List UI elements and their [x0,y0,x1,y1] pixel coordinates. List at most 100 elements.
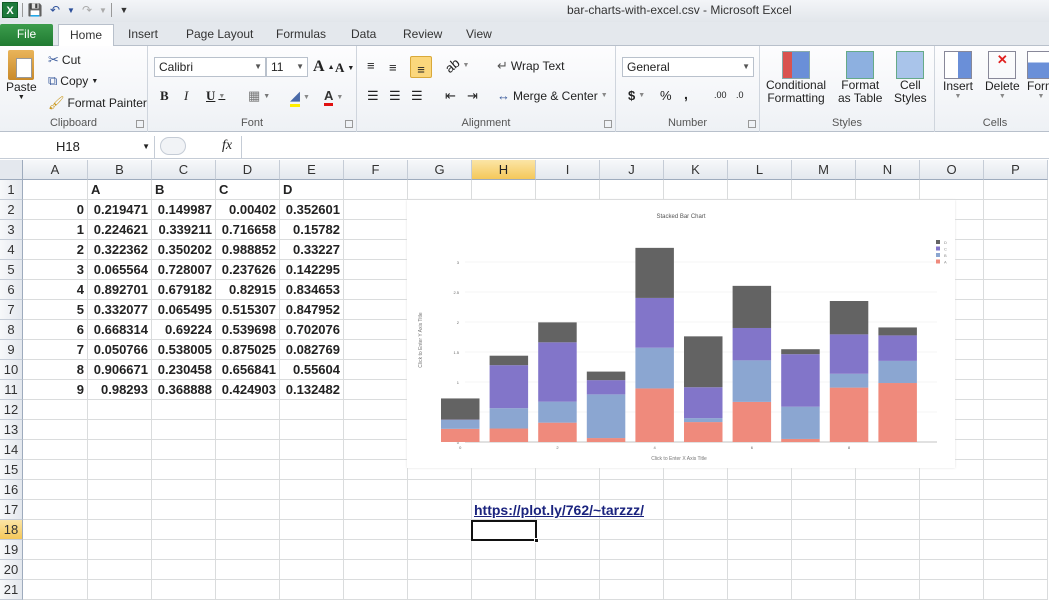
cell-e11[interactable]: 0.132482 [280,380,344,400]
cell-c12[interactable] [152,400,216,420]
orientation-button[interactable]: ab ▼ [442,55,470,76]
cell-p8[interactable] [984,320,1048,340]
row-header-19[interactable]: 19 [0,540,23,560]
tab-view[interactable]: View [460,24,498,46]
cell-e2[interactable]: 0.352601 [280,200,344,220]
cell-d7[interactable]: 0.515307 [216,300,280,320]
cell-k20[interactable] [664,560,728,580]
cell-f2[interactable] [344,200,408,220]
row-header-1[interactable]: 1 [0,180,23,200]
decrease-indent-button[interactable]: ⇤ [445,88,456,104]
clipboard-launcher-icon[interactable] [136,120,144,128]
legend-label-d[interactable]: D [944,240,947,245]
cell-e18[interactable] [280,520,344,540]
cell-a16[interactable] [23,480,88,500]
insert-function-button[interactable]: fx [222,138,232,154]
column-header-l[interactable]: L [728,160,792,180]
cell-d2[interactable]: 0.00402 [216,200,280,220]
cell-n17[interactable] [856,500,920,520]
paste-button[interactable]: Paste ▼ [6,50,37,101]
cell-e14[interactable] [280,440,344,460]
column-header-d[interactable]: D [216,160,280,180]
cell-p4[interactable] [984,240,1048,260]
borders-button[interactable]: ▦ ▼ [248,88,270,104]
cell-c11[interactable]: 0.368888 [152,380,216,400]
cell-e19[interactable] [280,540,344,560]
cell-c10[interactable]: 0.230458 [152,360,216,380]
cell-n1[interactable] [856,180,920,200]
tab-home[interactable]: Home [58,24,114,46]
cell-n16[interactable] [856,480,920,500]
cell-c6[interactable]: 0.679182 [152,280,216,300]
number-format-select[interactable]: General ▼ [622,57,754,77]
cell-l19[interactable] [728,540,792,560]
cell-b18[interactable] [88,520,152,540]
format-as-table-button[interactable]: Format as Table [838,51,882,105]
align-center-button[interactable]: ☰ [389,88,401,104]
cell-c9[interactable]: 0.538005 [152,340,216,360]
cell-a19[interactable] [23,540,88,560]
cell-c5[interactable]: 0.728007 [152,260,216,280]
cell-a13[interactable] [23,420,88,440]
merge-center-button[interactable]: ↔ Merge & Center ▼ [497,88,608,103]
column-header-p[interactable]: P [984,160,1048,180]
tab-insert[interactable]: Insert [122,24,164,46]
cell-k19[interactable] [664,540,728,560]
cell-p19[interactable] [984,540,1048,560]
row-header-13[interactable]: 13 [0,420,23,440]
cell-f12[interactable] [344,400,408,420]
font-color-button[interactable]: A ▼ [324,88,343,106]
customize-qat-icon[interactable]: ▼ [116,2,132,18]
cell-n18[interactable] [856,520,920,540]
cell-c2[interactable]: 0.149987 [152,200,216,220]
cell-d10[interactable]: 0.656841 [216,360,280,380]
cell-g1[interactable] [408,180,472,200]
cell-b10[interactable]: 0.906671 [88,360,152,380]
cell-d21[interactable] [216,580,280,600]
cell-b4[interactable]: 0.322362 [88,240,152,260]
cell-l17[interactable] [728,500,792,520]
cell-p12[interactable] [984,400,1048,420]
cell-e1[interactable]: D [280,180,344,200]
cell-g17[interactable] [408,500,472,520]
cell-h16[interactable] [472,480,536,500]
cell-b9[interactable]: 0.050766 [88,340,152,360]
cell-i20[interactable] [536,560,600,580]
decrease-decimal-button[interactable]: .0 [736,90,744,100]
cell-p11[interactable] [984,380,1048,400]
cell-p13[interactable] [984,420,1048,440]
cell-e17[interactable] [280,500,344,520]
cell-f7[interactable] [344,300,408,320]
column-header-b[interactable]: B [88,160,152,180]
cell-a11[interactable]: 9 [23,380,88,400]
comma-button[interactable]: , [684,86,688,102]
cell-f4[interactable] [344,240,408,260]
cell-c16[interactable] [152,480,216,500]
row-header-12[interactable]: 12 [0,400,23,420]
cell-c7[interactable]: 0.065495 [152,300,216,320]
cell-c15[interactable] [152,460,216,480]
cell-i16[interactable] [536,480,600,500]
font-name-select[interactable]: Calibri ▼ [154,57,266,77]
cell-d9[interactable]: 0.875025 [216,340,280,360]
cell-c17[interactable] [152,500,216,520]
excel-logo-icon[interactable]: X [2,2,18,18]
cell-a6[interactable]: 4 [23,280,88,300]
cell-h21[interactable] [472,580,536,600]
cell-c1[interactable]: B [152,180,216,200]
cell-p15[interactable] [984,460,1048,480]
insert-cells-button[interactable]: Insert ▼ [943,51,973,100]
tab-formulas[interactable]: Formulas [270,24,332,46]
cell-e8[interactable]: 0.702076 [280,320,344,340]
tab-page-layout[interactable]: Page Layout [180,24,259,46]
column-header-e[interactable]: E [280,160,344,180]
cell-m18[interactable] [792,520,856,540]
cell-a8[interactable]: 6 [23,320,88,340]
cell-d5[interactable]: 0.237626 [216,260,280,280]
cell-f17[interactable] [344,500,408,520]
cell-d15[interactable] [216,460,280,480]
cell-f13[interactable] [344,420,408,440]
cell-a14[interactable] [23,440,88,460]
row-header-18[interactable]: 18 [0,520,23,540]
cell-a17[interactable] [23,500,88,520]
